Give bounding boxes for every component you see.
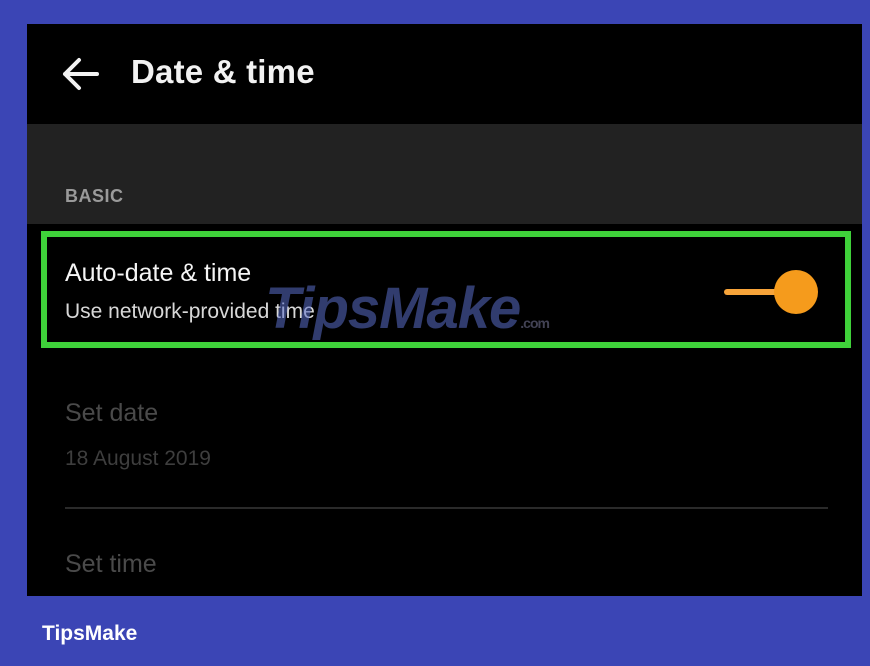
setting-set-date[interactable]: Set date 18 August 2019 [27,384,862,514]
section-header: BASIC [65,186,124,206]
setting-title: Set date [65,399,159,427]
arrow-left-icon[interactable] [59,56,99,92]
setting-auto-date-time[interactable]: Auto-date & time Use network-provided ti… [27,224,862,360]
toggle-thumb [774,270,818,314]
phone-screen: Date & time BASIC Auto-date & time Use n… [27,24,862,596]
page-title: Date & time [131,53,315,90]
section-header-background [27,124,862,224]
image-frame: Date & time BASIC Auto-date & time Use n… [0,0,870,666]
footer-brand: TipsMake [42,622,138,645]
setting-subtitle: 18 August 2019 [65,447,211,470]
divider [65,507,828,509]
setting-set-time[interactable]: Set time [27,534,862,596]
setting-title: Set time [65,550,157,578]
app-bar: Date & time [27,24,862,124]
auto-date-time-toggle[interactable] [724,270,819,314]
setting-subtitle: Use network-provided time [65,300,315,323]
setting-title: Auto-date & time [65,259,252,287]
